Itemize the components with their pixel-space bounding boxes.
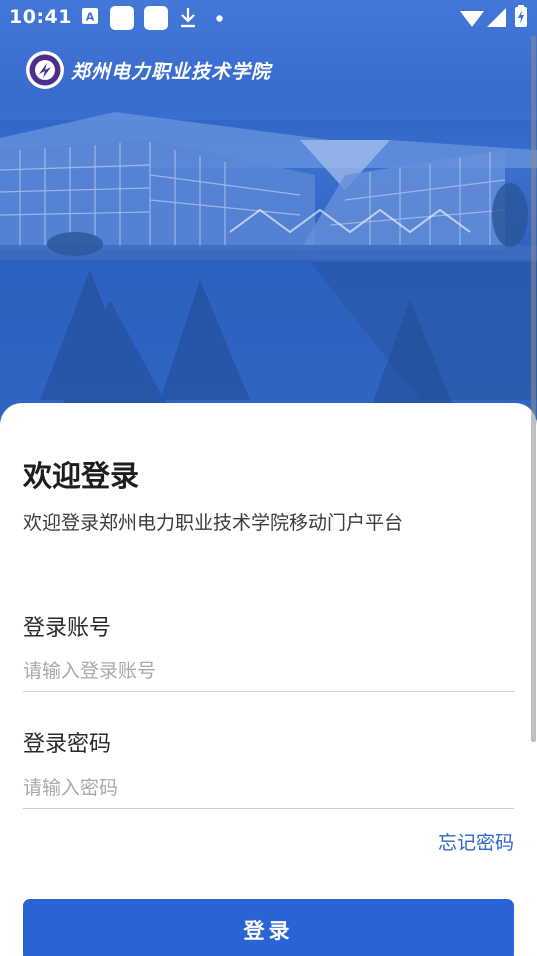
dot-icon <box>216 15 223 22</box>
svg-text:A: A <box>86 11 95 24</box>
account-label: 登录账号 <box>23 616 112 641</box>
status-time: 10:41 <box>9 6 72 28</box>
page-title: 欢迎登录 <box>23 459 140 493</box>
college-logo: 郑州电力职业技术学院 <box>25 50 271 90</box>
college-name: 郑州电力职业技术学院 <box>71 60 272 83</box>
login-button[interactable]: 登录 <box>23 899 514 956</box>
login-card: 欢迎登录 欢迎登录郑州电力职业技术学院移动门户平台 登录账号 登录密码 忘记密码… <box>0 403 537 956</box>
download-icon <box>181 8 195 28</box>
wifi-icon <box>460 11 484 27</box>
status-bar: 10:41 A <box>0 0 537 36</box>
forgot-password-link[interactable]: 忘记密码 <box>438 828 514 855</box>
login-screen: 10:41 A 郑州电力职业技术学院 欢迎登录 欢迎登录郑州电力职业技术学院移动… <box>0 0 537 956</box>
app-square-icon <box>144 6 168 30</box>
battery-icon <box>515 5 527 27</box>
signal-icon <box>487 8 506 27</box>
scrollbar[interactable] <box>531 36 536 742</box>
app-square-icon <box>110 6 134 30</box>
password-label: 登录密码 <box>23 732 112 757</box>
password-input[interactable] <box>23 768 514 809</box>
college-seal-icon <box>26 51 64 89</box>
account-input[interactable] <box>23 651 514 692</box>
page-subtitle: 欢迎登录郑州电力职业技术学院移动门户平台 <box>23 512 404 534</box>
keyboard-a-icon: A <box>82 8 98 24</box>
